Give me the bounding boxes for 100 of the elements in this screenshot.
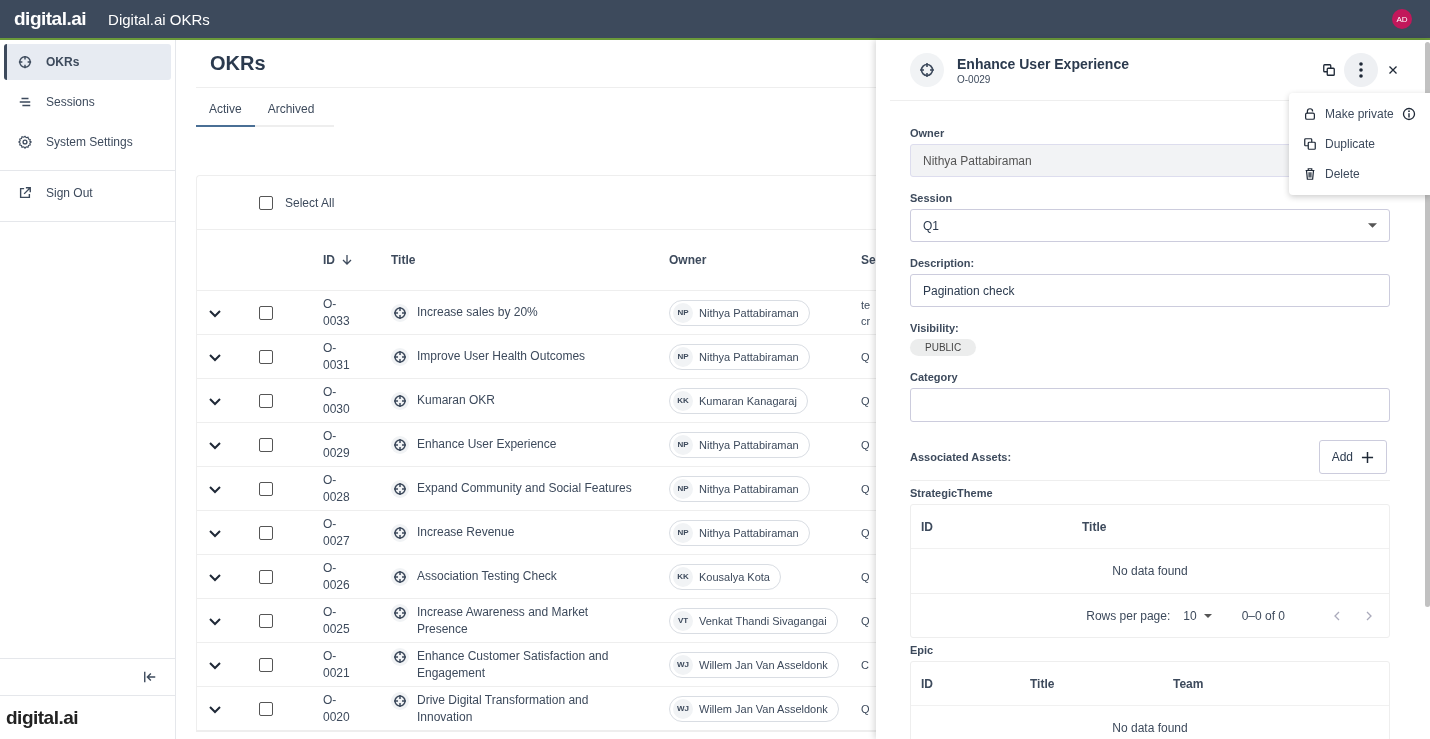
target-icon	[391, 303, 409, 322]
field-label: Visibility:	[910, 322, 960, 334]
session-cell-text: C	[861, 657, 870, 673]
column-header[interactable]: Owner	[669, 253, 707, 267]
column-header: ID	[921, 676, 934, 691]
checkbox[interactable]	[259, 569, 273, 584]
info-icon[interactable]	[1401, 107, 1416, 121]
id-cell-text: O-0030	[323, 383, 351, 418]
checkbox[interactable]	[259, 349, 273, 364]
copy-icon[interactable]	[1322, 63, 1336, 77]
id-cell-text: O-0029	[323, 427, 351, 462]
copy-icon	[1303, 137, 1317, 151]
session-cell-text: Q	[861, 701, 871, 717]
title-cell-text: Enhance Customer Satisfaction and Engagement	[417, 647, 610, 682]
add-button[interactable]: Add	[1318, 440, 1387, 474]
column-header: ID	[921, 519, 934, 534]
target-icon	[391, 691, 409, 710]
id-cell-text: O-0020	[323, 691, 351, 726]
initials-avatar: VT	[673, 610, 693, 631]
session-dropdown[interactable]: Q1	[910, 209, 1390, 242]
column-header: Title	[1082, 519, 1107, 534]
id-cell-text: O-0028	[323, 471, 351, 506]
lines-icon	[18, 95, 32, 109]
scrollbar[interactable]	[1425, 42, 1430, 607]
column-header[interactable]: ID	[323, 253, 335, 267]
settings-icon	[18, 135, 32, 149]
dropdown-arrow-icon	[1368, 223, 1377, 228]
target-icon	[391, 347, 409, 366]
checkbox[interactable]	[259, 613, 273, 628]
title-cell: Kumaran OKR	[417, 391, 496, 409]
page-range: 0–0 of 0	[1241, 608, 1285, 623]
more-options-button[interactable]	[1344, 53, 1378, 87]
title-cell-text: Drive Digital Transformation and Innovation	[417, 691, 590, 726]
session-cell-text: Q	[861, 613, 871, 629]
arrow-down-icon[interactable]	[341, 254, 353, 266]
trash-icon	[1303, 167, 1317, 181]
user-avatar[interactable]: AD	[1392, 9, 1412, 29]
empty-message: No data found	[1112, 721, 1188, 735]
tab[interactable]: Archived	[254, 96, 328, 127]
sidebar-item[interactable]: OKRs	[4, 44, 171, 80]
empty-message: No data found	[1112, 564, 1188, 578]
initials-avatar: NP	[673, 522, 693, 543]
rows-per-page-label: Rows per page:	[1086, 608, 1171, 623]
title-cell: Improve User Health Outcomes	[417, 347, 586, 365]
checkbox[interactable]	[259, 701, 273, 716]
initials-avatar: WJ	[673, 654, 693, 675]
target-icon	[910, 53, 944, 87]
field-label: Category	[910, 371, 959, 383]
select-all-label: Select All	[285, 195, 335, 210]
panel-title: Enhance User Experience	[957, 55, 1129, 72]
initials-avatar: WJ	[673, 698, 693, 719]
category-field[interactable]	[910, 388, 1390, 422]
plus-icon	[1361, 450, 1374, 464]
logo: digital.ai	[14, 8, 87, 30]
initials-avatar: NP	[673, 434, 693, 455]
id-cell-text: O-0021	[323, 647, 351, 682]
sidebar-item[interactable]: Sessions	[4, 84, 171, 120]
title-cell: Enhance User Experience	[417, 435, 557, 453]
external-link-icon	[18, 186, 32, 200]
title-cell: Expand Community and Social Features	[417, 479, 632, 497]
column-header[interactable]: Se	[861, 253, 876, 267]
menu-item[interactable]: Make private	[1289, 99, 1430, 129]
checkbox[interactable]	[259, 657, 273, 672]
checkbox[interactable]	[259, 525, 273, 540]
field-label: Description:	[910, 257, 976, 269]
id-cell-text: O-0033	[323, 295, 351, 330]
target-icon	[391, 567, 409, 586]
field-label: Session	[910, 192, 954, 204]
tab[interactable]: Active	[196, 96, 255, 127]
target-icon	[391, 647, 409, 666]
checkbox[interactable]	[259, 195, 273, 210]
page-title: OKRs	[196, 40, 876, 88]
initials-avatar: NP	[673, 346, 693, 367]
target-icon	[391, 435, 409, 454]
title-cell-text: Increase Awareness and Market Presence	[417, 603, 590, 638]
description-field[interactable]: Pagination check	[910, 274, 1390, 307]
checkbox[interactable]	[259, 437, 273, 452]
table-title: StrategicTheme	[910, 487, 994, 499]
rows-per-page-select[interactable]: 10	[1183, 608, 1212, 623]
title-cell: Increase sales by 20%	[417, 303, 538, 321]
session-cell-text: te cr	[861, 297, 872, 329]
initials-avatar: NP	[673, 302, 693, 323]
title-cell: Increase Revenue	[417, 523, 515, 541]
collapse-icon[interactable]	[143, 670, 157, 684]
session-cell-text: Q	[861, 481, 871, 497]
dropdown-arrow-icon	[1203, 613, 1212, 618]
sidebar-item[interactable]: System Settings	[4, 124, 171, 160]
id-cell-text: O-0026	[323, 559, 351, 594]
id-cell-text: O-0031	[323, 339, 351, 374]
target-icon	[391, 391, 409, 410]
checkbox[interactable]	[259, 305, 273, 320]
title-cell: Association Testing Check	[417, 567, 557, 585]
column-header[interactable]: Title	[391, 253, 416, 267]
checkbox[interactable]	[259, 481, 273, 496]
unlocked-lock-icon	[1303, 107, 1317, 121]
target-icon	[391, 603, 409, 622]
field-label: Owner	[910, 127, 946, 139]
sign-out-link[interactable]: Sign Out	[4, 175, 171, 211]
checkbox[interactable]	[259, 393, 273, 408]
target-icon	[18, 55, 32, 69]
